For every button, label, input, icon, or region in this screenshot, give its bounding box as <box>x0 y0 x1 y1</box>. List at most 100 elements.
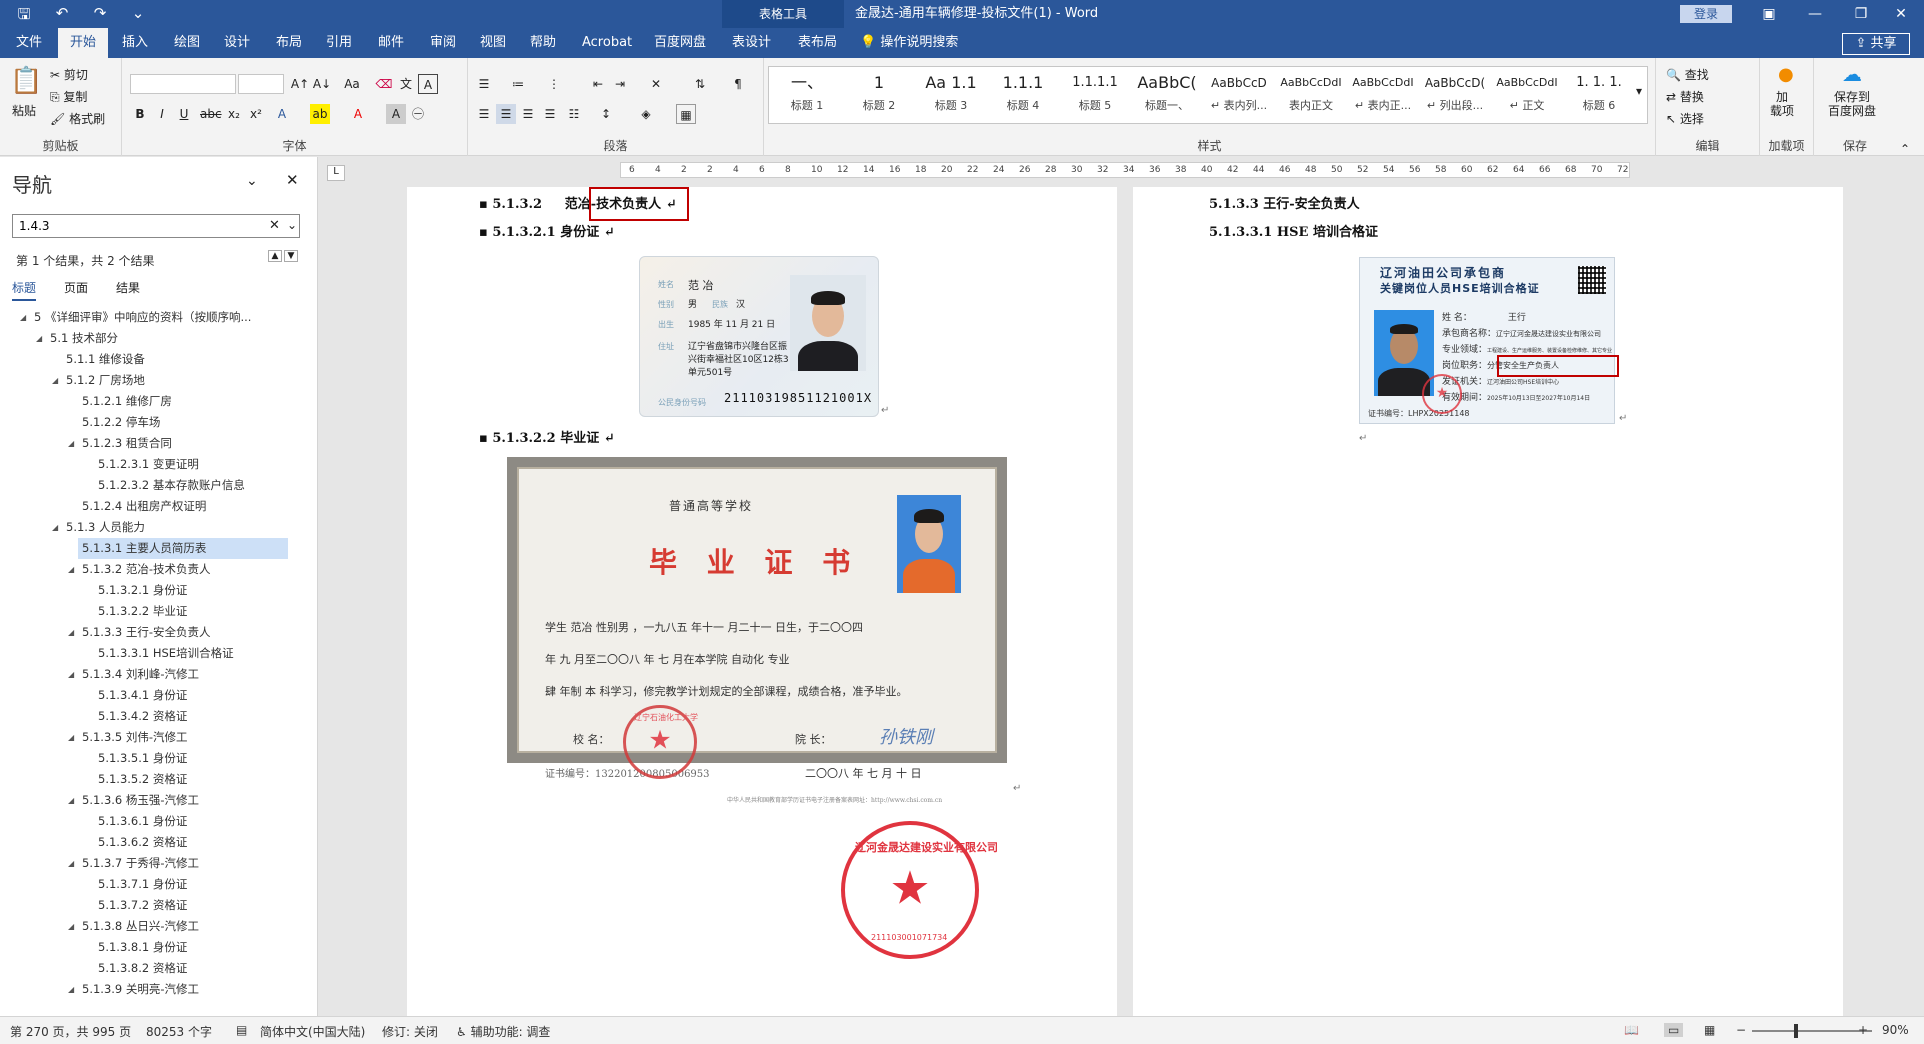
style-heading-6[interactable]: 1. 1. 1. 标题 6 <box>1563 69 1635 121</box>
collapse-triangle-icon[interactable]: ◢ <box>68 622 74 643</box>
style-title-one[interactable]: AaBbC(标题一、 <box>1131 69 1203 121</box>
font-name-combo[interactable] <box>130 74 236 94</box>
nav-heading-item[interactable]: 5.1.2.2 停车场 <box>0 412 300 433</box>
language-status[interactable]: 简体中文(中国大陆) <box>260 1023 365 1040</box>
tab-selector-icon[interactable]: L <box>327 165 345 181</box>
chinese-layout-icon[interactable]: ✕ <box>646 74 666 94</box>
nav-heading-item[interactable]: ◢ 5.1.3.2 范冶-技术负责人 <box>0 559 300 580</box>
nav-heading-item[interactable]: 5.1.3.6.2 资格证 <box>0 832 300 853</box>
align-left-icon[interactable]: ☰ <box>474 104 494 124</box>
nav-heading-item[interactable]: ◢ 5.1.2.3 租赁合同 <box>0 433 300 454</box>
bullets-icon[interactable]: ☰ <box>474 74 494 94</box>
login-button[interactable]: 登录 <box>1680 5 1732 23</box>
tab-home[interactable]: 开始 <box>58 28 109 58</box>
tab-acrobat[interactable]: Acrobat <box>570 28 644 58</box>
addins-button[interactable]: 加 载项 <box>1770 90 1794 118</box>
copy-button[interactable]: ⎘ 复制 <box>50 88 87 105</box>
numbering-icon[interactable]: ≔ <box>508 74 528 94</box>
collapse-triangle-icon[interactable]: ◢ <box>68 433 74 454</box>
cloud-icon[interactable]: ☁ <box>1842 62 1862 86</box>
read-mode-icon[interactable]: 📖 <box>1624 1023 1639 1037</box>
collapse-triangle-icon[interactable]: ◢ <box>68 559 74 580</box>
superscript-icon[interactable]: x² <box>246 104 266 124</box>
nav-heading-item[interactable]: 5.1.2.3.2 基本存款账户信息 <box>0 475 300 496</box>
ribbon-display-icon[interactable]: ▣ <box>1746 0 1792 28</box>
zoom-slider[interactable] <box>1752 1030 1872 1032</box>
increase-indent-icon[interactable]: ⇥ <box>610 74 630 94</box>
track-changes-status[interactable]: 修订: 关闭 <box>382 1023 438 1040</box>
font-size-combo[interactable] <box>238 74 284 94</box>
paste-button[interactable]: 粘贴 <box>12 102 36 119</box>
tab-references[interactable]: 引用 <box>314 28 364 58</box>
tab-insert[interactable]: 插入 <box>110 28 160 58</box>
nav-tab-results[interactable]: 结果 <box>116 279 140 301</box>
next-result-icon[interactable]: ▼ <box>284 250 298 262</box>
highlight-icon[interactable]: ab <box>310 104 330 124</box>
tab-file[interactable]: 文件 <box>4 28 54 58</box>
collapse-triangle-icon[interactable]: ◢ <box>68 790 74 811</box>
underline-icon[interactable]: U <box>174 104 194 124</box>
strikethrough-icon[interactable]: abc <box>200 104 222 124</box>
style-normal[interactable]: AaBbCcDdI ↵ 正文 <box>1491 69 1563 121</box>
nav-heading-item[interactable]: 5.1.3.5.2 资格证 <box>0 769 300 790</box>
page-count[interactable]: 第 270 页，共 995 页 <box>10 1023 131 1040</box>
phonetic-guide-icon[interactable]: 文 <box>396 74 416 94</box>
nav-heading-item[interactable]: ◢ 5.1.3.8 丛日兴-汽修工 <box>0 916 300 937</box>
undo-icon[interactable]: ↶ <box>52 4 72 29</box>
nav-heading-item[interactable]: 5.1.1 维修设备 <box>0 349 300 370</box>
style-table-col[interactable]: AaBbCcD ↵ 表内列... <box>1203 69 1275 121</box>
align-center-icon[interactable]: ☰ <box>496 104 516 124</box>
nav-search-box[interactable]: ✕ ⌄ <box>12 214 300 238</box>
tab-baidu-netdisk[interactable]: 百度网盘 <box>642 28 718 58</box>
nav-heading-item[interactable]: 5.1.3.2.1 身份证 <box>0 580 300 601</box>
collapse-triangle-icon[interactable]: ◢ <box>68 916 74 937</box>
tab-draw[interactable]: 绘图 <box>162 28 212 58</box>
tab-design[interactable]: 设计 <box>212 28 262 58</box>
justify-icon[interactable]: ☰ <box>540 104 560 124</box>
tab-layout[interactable]: 布局 <box>264 28 314 58</box>
format-painter-button[interactable]: 🖌 格式刷 <box>50 110 105 127</box>
tab-mailings[interactable]: 邮件 <box>366 28 416 58</box>
addins-icon[interactable]: ● <box>1778 64 1794 85</box>
proofing-icon[interactable]: ▤ <box>236 1023 247 1037</box>
nav-heading-item[interactable]: ◢ 5.1.3.9 关明亮-汽修工 <box>0 979 300 1000</box>
align-right-icon[interactable]: ☰ <box>518 104 538 124</box>
zoom-level[interactable]: 90% <box>1882 1023 1909 1037</box>
collapse-triangle-icon[interactable]: ◢ <box>68 979 74 1000</box>
style-heading-3[interactable]: Aa 1.1 标题 3 <box>915 69 987 121</box>
collapse-triangle-icon[interactable]: ◢ <box>68 727 74 748</box>
nav-search-input[interactable] <box>13 215 253 237</box>
redo-icon[interactable]: ↷ <box>90 4 110 29</box>
select-button[interactable]: ↖ 选择 <box>1666 110 1704 127</box>
line-spacing-icon[interactable]: ↕ <box>596 104 616 124</box>
clear-search-icon[interactable]: ✕ <box>269 218 280 233</box>
nav-heading-item[interactable]: 5.1.3.7.1 身份证 <box>0 874 300 895</box>
style-heading-5[interactable]: 1.1.1.1 标题 5 <box>1059 69 1131 121</box>
search-dropdown-icon[interactable]: ⌄ <box>287 218 297 232</box>
style-table-body[interactable]: AaBbCcDdI 表内正文 <box>1275 69 1347 121</box>
tab-help[interactable]: 帮助 <box>518 28 568 58</box>
nav-tab-pages[interactable]: 页面 <box>64 279 88 301</box>
char-border-icon[interactable]: A <box>418 74 438 94</box>
word-count[interactable]: 80253 个字 <box>146 1023 212 1040</box>
nav-options-icon[interactable]: ⌄ <box>246 173 258 189</box>
zoom-slider-thumb[interactable] <box>1794 1024 1798 1038</box>
nav-heading-item[interactable]: ◢ 5.1.3.7 于秀得-汽修工 <box>0 853 300 874</box>
nav-heading-item[interactable]: ◢ 5.1.2 厂房场地 <box>0 370 300 391</box>
char-shading-icon[interactable]: A <box>386 104 406 124</box>
style-heading-1[interactable]: 一、 标题 1 <box>771 69 843 121</box>
nav-heading-item[interactable]: ◢ 5.1.3.6 杨玉强-汽修工 <box>0 790 300 811</box>
cut-button[interactable]: ✂ 剪切 <box>50 66 88 83</box>
subscript-icon[interactable]: x₂ <box>224 104 244 124</box>
customize-qat-icon[interactable]: ⌄ <box>128 4 148 29</box>
tab-review[interactable]: 审阅 <box>418 28 468 58</box>
italic-icon[interactable]: I <box>152 104 172 124</box>
bold-icon[interactable]: B <box>130 104 150 124</box>
multilevel-list-icon[interactable]: ⋮ <box>544 74 564 94</box>
text-effects-icon[interactable]: A <box>272 104 292 124</box>
nav-heading-item[interactable]: 5.1.2.4 出租房产权证明 <box>0 496 300 517</box>
style-table-body-2[interactable]: AaBbCcDdI ↵ 表内正... <box>1347 69 1419 121</box>
collapse-triangle-icon[interactable]: ◢ <box>20 307 26 328</box>
borders-icon[interactable]: ▦ <box>676 104 696 124</box>
change-case-icon[interactable]: Aa <box>342 74 362 94</box>
